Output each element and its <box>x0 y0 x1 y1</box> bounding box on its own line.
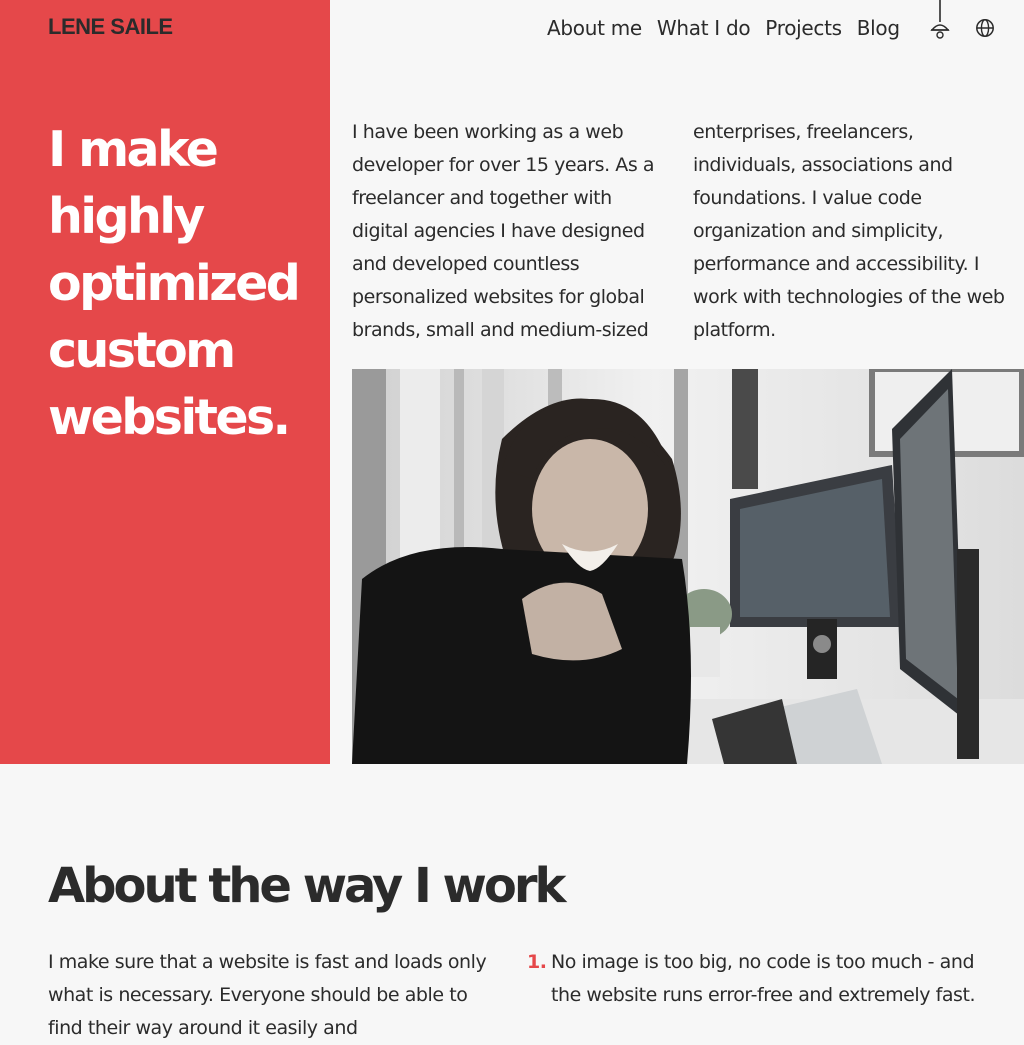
main-nav: About me What I do Projects Blog <box>547 14 915 42</box>
work-principles-list: 1. No image is too big, no code is too m… <box>527 946 987 1012</box>
intro-text: I have been working as a web developer f… <box>352 121 1005 341</box>
lamp-icon[interactable] <box>928 0 952 44</box>
hero-accent-panel: LENE SAILE I make highly optimized custo… <box>0 0 330 764</box>
nav-about-me[interactable]: About me <box>547 16 642 40</box>
globe-icon[interactable] <box>975 18 995 38</box>
nav-blog[interactable]: Blog <box>857 16 900 40</box>
site-logo[interactable]: LENE SAILE <box>48 14 173 40</box>
list-item: 1. No image is too big, no code is too m… <box>527 946 987 1012</box>
list-item-number: 1. <box>527 951 547 973</box>
hero-headline: I make highly optimized custom websites. <box>48 121 301 446</box>
work-description: I make sure that a website is fast and l… <box>48 951 487 1039</box>
portrait-photo <box>352 369 1024 764</box>
section-title-work: About the way I work <box>48 858 566 914</box>
list-item-text: No image is too big, no code is too much… <box>551 951 976 1006</box>
nav-projects[interactable]: Projects <box>765 16 842 40</box>
nav-what-i-do[interactable]: What I do <box>657 16 751 40</box>
